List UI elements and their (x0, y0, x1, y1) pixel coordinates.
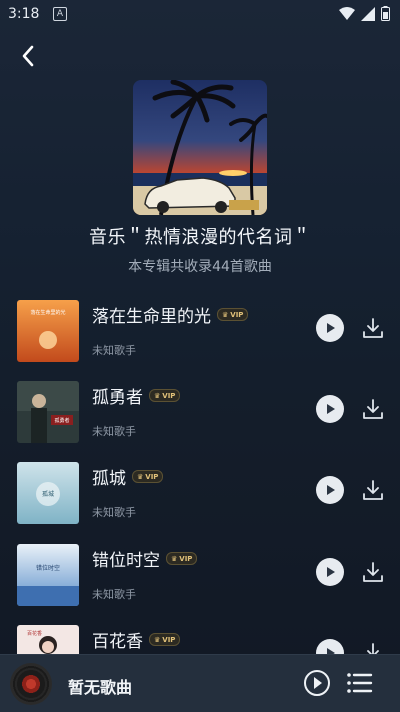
album-cover (133, 80, 267, 215)
song-title: 百花香 (92, 632, 143, 652)
status-bar: 3:18 A (0, 0, 400, 28)
song-cover-text: 孤勇者 (54, 417, 69, 424)
status-icons (339, 6, 390, 21)
battery-icon (381, 6, 390, 21)
download-button[interactable] (359, 395, 387, 423)
signal-icon (361, 6, 375, 21)
song-row[interactable]: 孤城 孤城 ♛ VIP 未知歌手 (0, 462, 400, 534)
song-title: 落在生命里的光 (92, 307, 211, 327)
vip-badge: ♛ VIP (166, 552, 198, 565)
wifi-icon (339, 6, 355, 20)
play-song-button[interactable] (316, 314, 344, 342)
song-title-row: 错位时空 ♛ VIP (92, 546, 198, 571)
playlist-icon (347, 673, 373, 693)
song-title: 孤勇者 (92, 388, 143, 408)
playlist-button[interactable] (345, 669, 373, 697)
download-icon (363, 480, 383, 500)
crown-icon: ♛ (222, 310, 229, 319)
download-button[interactable] (359, 314, 387, 342)
vinyl-disc-icon[interactable] (10, 663, 52, 705)
song-title: 错位时空 (92, 551, 160, 571)
crown-icon: ♛ (171, 554, 178, 563)
song-row[interactable]: 错位时空 错位时空 ♛ VIP 未知歌手 (0, 544, 400, 616)
song-artist: 未知歌手 (92, 425, 136, 438)
play-song-button[interactable] (316, 476, 344, 504)
play-icon (327, 323, 335, 333)
song-artist: 未知歌手 (92, 588, 136, 601)
download-icon (363, 399, 383, 419)
back-button[interactable] (14, 42, 42, 70)
crown-icon: ♛ (154, 391, 161, 400)
now-playing-title: 暂无歌曲 (68, 678, 133, 697)
song-cover-text: 百花香 (27, 630, 42, 637)
song-artist: 未知歌手 (92, 344, 136, 357)
notification-icon: A (53, 7, 67, 21)
song-cover: 错位时空 (17, 544, 79, 606)
song-artist: 未知歌手 (92, 506, 136, 519)
song-title: 孤城 (92, 469, 126, 489)
vip-badge: ♛ VIP (132, 470, 164, 483)
download-icon (363, 318, 383, 338)
song-title-row: 孤城 ♛ VIP (92, 464, 164, 489)
song-title-row: 百花香 ♛ VIP (92, 627, 181, 652)
play-icon (327, 404, 335, 414)
vip-badge: ♛ VIP (149, 389, 181, 402)
chevron-left-icon (22, 45, 34, 67)
play-song-button[interactable] (316, 558, 344, 586)
song-row[interactable]: 孤勇者 孤勇者 ♛ VIP 未知歌手 (0, 381, 400, 453)
vip-badge: ♛ VIP (149, 633, 181, 646)
crown-icon: ♛ (154, 635, 161, 644)
status-time: 3:18 (8, 6, 40, 22)
play-icon (327, 567, 335, 577)
play-song-button[interactable] (316, 395, 344, 423)
song-row[interactable]: 落在生命里的光 落在生命里的光 ♛ VIP 未知歌手 (0, 300, 400, 372)
song-cover-text: 落在生命里的光 (30, 309, 65, 316)
download-icon (363, 562, 383, 582)
player-play-button[interactable] (303, 669, 331, 697)
play-circle-icon (304, 670, 330, 696)
song-cover: 落在生命里的光 (17, 300, 79, 362)
song-title-row: 孤勇者 ♛ VIP (92, 383, 181, 408)
album-title: 音乐＂热情浪漫的代名词＂ (89, 227, 311, 248)
song-cover-text: 孤城 (42, 490, 54, 498)
song-cover: 孤勇者 (17, 381, 79, 443)
album-song-count: 本专辑共收录44首歌曲 (128, 259, 272, 275)
song-title-row: 落在生命里的光 ♛ VIP (92, 302, 249, 327)
vip-badge: ♛ VIP (217, 308, 249, 321)
mini-player: 暂无歌曲 (0, 654, 400, 712)
song-cover: 孤城 (17, 462, 79, 524)
play-icon (327, 485, 335, 495)
download-button[interactable] (359, 558, 387, 586)
song-cover-text: 错位时空 (36, 564, 60, 572)
download-button[interactable] (359, 476, 387, 504)
crown-icon: ♛ (137, 472, 144, 481)
